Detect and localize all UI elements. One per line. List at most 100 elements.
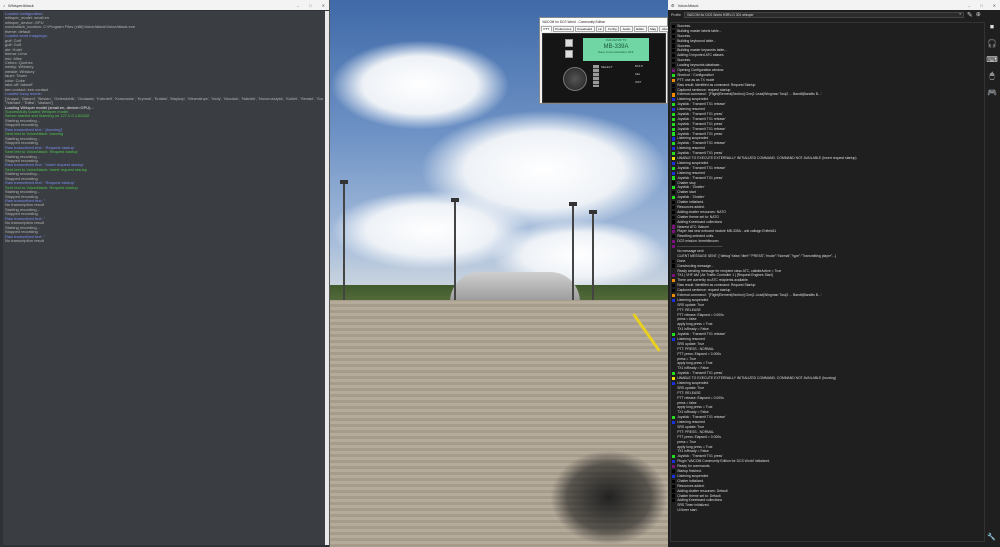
status-square-icon [672,78,676,82]
status-square-icon [672,39,676,43]
tab-mag[interactable]: Mag [647,26,659,32]
voiceattack-window: ⚙ VoiceAttack – □ ✕ Profile VAICOM for DCS… [668,0,1000,547]
vaicom-dialog: VAICOM for DCS World - Community Edition… [539,17,687,104]
status-square-icon [672,210,676,214]
status-square-icon [672,255,675,258]
up-button[interactable] [565,39,573,47]
stop-icon[interactable]: ⏹ [990,22,994,32]
gamepad-icon[interactable]: 🎮 [987,88,997,97]
status-square-icon [672,142,676,146]
window-title: WhisperAttack [8,2,34,8]
light-pole [454,200,456,300]
status-square-icon [672,24,676,29]
wrench-icon[interactable]: 🔧 [987,533,996,541]
add-profile-icon[interactable]: ⊕ [976,11,981,18]
lamp [569,202,577,206]
status-square-icon [672,406,675,409]
status-square-icon [672,298,676,302]
status-square-icon [672,161,676,165]
display-status: Easy Communication OFF [598,50,634,54]
channel-knob[interactable] [563,67,587,91]
status-square-icon [672,420,676,425]
status-square-icon [672,494,676,498]
app-icon: ⚙ [671,2,675,8]
status-square-icon [672,397,675,400]
status-square-icon [672,479,676,483]
down-button[interactable] [565,50,573,58]
tab-ptt[interactable]: PTT [541,26,552,32]
status-square-icon [672,337,676,342]
status-square-icon [672,269,675,272]
close-button[interactable]: ✕ [322,3,325,8]
tab-config[interactable]: Config [605,26,620,32]
log-text: CLIENT MESSAGE SENT: {"debug":false,"dtm… [677,253,837,258]
status-square-icon [672,29,676,33]
light-pole [572,205,574,300]
profile-select[interactable]: VAICOM for DCS World H3RV-G 301 whisper [683,11,964,18]
minimize-button[interactable]: – [297,3,299,8]
status-square-icon [672,235,676,239]
tab-lic[interactable]: Lic [595,26,605,32]
status-square-icon [672,465,676,469]
multi-button[interactable]: MULTI [635,64,643,68]
status-square-icon [672,304,675,307]
status-square-icon [672,250,675,253]
status-square-icon [672,484,676,488]
window-title: VoiceAttack [677,2,699,8]
ptt-buttons: MULTI SEL INST [635,64,643,84]
status-square-icon [672,156,676,161]
status-square-icon [672,376,676,381]
radio-selector[interactable] [593,65,599,87]
status-square-icon [672,313,675,316]
console-line: ['Anapa', 'Batumi', 'Beslan', 'Gelendzhi… [5,96,323,101]
status-square-icon [672,264,676,268]
tab-kneeboard[interactable]: Kneeboard [574,26,595,32]
status-square-icon [672,474,676,478]
status-square-icon [672,469,676,474]
status-square-icon [672,171,676,175]
status-square-icon [672,122,676,126]
status-square-icon [672,504,675,507]
log-text: UI timer start. [677,508,698,513]
status-square-icon [672,416,676,420]
app-icon: ♪ [3,2,5,8]
headset-icon[interactable]: 🎧 [987,39,997,48]
profile-label: Profile [671,12,681,17]
status-square-icon [672,186,676,190]
status-square-icon [672,181,676,185]
close-button[interactable]: ✕ [993,3,996,8]
light-pole [343,182,345,300]
mouse-icon[interactable]: 🖱 [990,71,995,81]
status-square-icon [672,353,675,356]
status-square-icon [672,387,675,390]
tab-editor[interactable]: Editor [633,26,647,32]
tab-audio[interactable]: Audio [620,26,633,32]
sel-button[interactable]: SEL [635,72,643,76]
scrollbar[interactable] [325,11,329,545]
status-square-icon [672,215,676,219]
minimize-button[interactable]: – [968,3,970,8]
hangar [450,272,580,302]
status-square-icon [672,196,676,200]
status-square-icon [672,367,675,370]
status-square-icon [672,83,676,87]
status-square-icon [672,34,676,38]
status-square-icon [672,176,676,180]
status-square-icon [672,431,675,434]
status-square-icon [672,49,676,53]
status-square-icon [672,309,675,312]
keyboard-icon[interactable]: ⌨ [986,55,998,64]
inst-button[interactable]: INST [635,80,643,84]
status-square-icon [672,499,676,503]
edit-profile-icon[interactable]: ✎ [967,11,973,19]
maximize-button[interactable]: □ [309,3,311,8]
maximize-button[interactable]: □ [980,3,982,8]
status-square-icon [672,230,676,234]
status-square-icon [672,205,676,209]
status-square-icon [672,288,676,293]
tab-preferences[interactable]: Preferences [552,26,574,32]
status-square-icon [672,450,675,453]
status-square-icon [672,489,676,493]
status-square-icon [672,392,675,395]
status-square-icon [672,240,676,244]
